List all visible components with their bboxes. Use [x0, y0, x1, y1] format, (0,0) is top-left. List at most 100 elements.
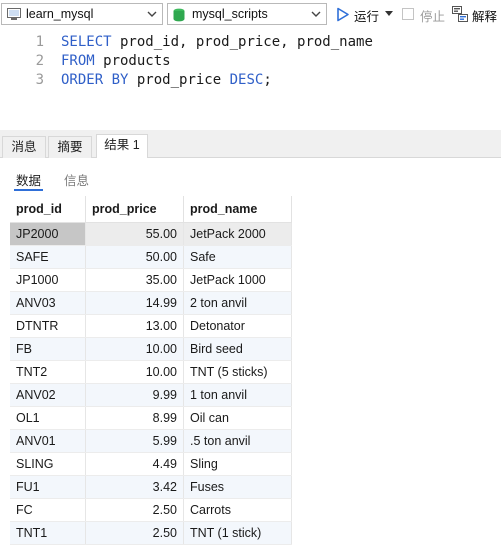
cell-prod-price[interactable]: 3.42	[85, 475, 184, 499]
table-row[interactable]: ANV02 9.99 1 ton anvil	[10, 383, 292, 407]
sql-text: ;	[263, 72, 272, 88]
result-subtabs: 数据 信息	[0, 158, 501, 196]
grid-header-row: prod_id prod_price prod_name	[10, 196, 292, 223]
cell-prod-name[interactable]: 2 ton anvil	[183, 291, 292, 315]
sql-keyword: SELECT	[61, 34, 112, 50]
tab-messages[interactable]: 消息	[2, 136, 46, 158]
connection-icon	[7, 8, 21, 24]
table-row[interactable]: ANV01 5.99.5 ton anvil	[10, 429, 292, 453]
sql-editor[interactable]: 1 2 3 SELECT prod_id, prod_price, prod_n…	[0, 30, 501, 130]
cell-prod-price[interactable]: 50.00	[85, 245, 184, 269]
code-line: ORDER BY prod_price DESC;	[61, 72, 272, 88]
cell-prod-id[interactable]: JP2000	[10, 222, 86, 246]
cell-prod-price[interactable]: 10.00	[85, 360, 184, 384]
cell-prod-name[interactable]: Sling	[183, 452, 292, 476]
line-number: 2	[35, 53, 44, 69]
connection-select[interactable]: learn_mysql	[1, 3, 163, 25]
result-tabs: 消息 摘要 结果 1	[0, 130, 501, 159]
stop-label: 停止	[420, 10, 446, 24]
column-header-prod-id[interactable]: prod_id	[10, 196, 86, 223]
database-select[interactable]: mysql_scripts	[167, 3, 327, 25]
cell-prod-id[interactable]: JP1000	[10, 268, 86, 292]
table-row[interactable]: FU1 3.42 Fuses	[10, 475, 292, 499]
table-row[interactable]: FC 2.50 Carrots	[10, 498, 292, 522]
connection-name: learn_mysql	[26, 7, 94, 21]
cell-prod-name[interactable]: .5 ton anvil	[183, 429, 292, 453]
run-button[interactable]: 运行	[334, 6, 394, 24]
sql-text: prod_price	[128, 72, 230, 88]
run-label: 运行	[354, 10, 380, 24]
code-line: SELECT prod_id, prod_price, prod_name	[61, 34, 373, 50]
cell-prod-id[interactable]: TNT2	[10, 360, 86, 384]
cell-prod-name[interactable]: TNT (5 sticks)	[183, 360, 292, 384]
cell-prod-name[interactable]: JetPack 2000	[183, 222, 292, 246]
table-row[interactable]: JP1000 35.00 JetPack 1000	[10, 268, 292, 292]
sql-text: products	[94, 53, 171, 69]
cell-prod-name[interactable]: Safe	[183, 245, 292, 269]
table-row[interactable]: JP2000 55.00 JetPack 2000	[10, 222, 292, 246]
cell-prod-price[interactable]: 13.00	[85, 314, 184, 338]
cell-prod-name[interactable]: Detonator	[183, 314, 292, 338]
cell-prod-price[interactable]: 4.49	[85, 452, 184, 476]
active-underline	[14, 189, 44, 191]
cell-prod-id[interactable]: FC	[10, 498, 86, 522]
cell-prod-price[interactable]: 5.99	[85, 429, 184, 453]
cell-prod-name[interactable]: JetPack 1000	[183, 268, 292, 292]
play-icon	[337, 7, 349, 22]
subtab-data[interactable]: 数据	[14, 170, 44, 191]
table-row[interactable]: TNT1 2.50 TNT (1 stick)	[10, 521, 292, 545]
table-row[interactable]: ANV03 14.99 2 ton anvil	[10, 291, 292, 315]
toolbar: learn_mysql mysql_scripts 运行 停止 解释	[0, 0, 501, 30]
cell-prod-id[interactable]: DTNTR	[10, 314, 86, 338]
cell-prod-price[interactable]: 2.50	[85, 521, 184, 545]
line-number: 1	[35, 34, 44, 50]
database-icon	[173, 8, 185, 25]
cell-prod-price[interactable]: 2.50	[85, 498, 184, 522]
table-row[interactable]: OL1 8.99 Oil can	[10, 406, 292, 430]
table-row[interactable]: SAFE 50.00 Safe	[10, 245, 292, 269]
cell-prod-price[interactable]: 8.99	[85, 406, 184, 430]
cell-prod-price[interactable]: 55.00	[85, 222, 184, 246]
cell-prod-id[interactable]: ANV01	[10, 429, 86, 453]
cell-prod-name[interactable]: Fuses	[183, 475, 292, 499]
cell-prod-name[interactable]: TNT (1 stick)	[183, 521, 292, 545]
tab-result-1[interactable]: 结果 1	[96, 134, 148, 159]
cell-prod-price[interactable]: 35.00	[85, 268, 184, 292]
explain-icon	[452, 6, 468, 22]
cell-prod-id[interactable]: OL1	[10, 406, 86, 430]
cell-prod-id[interactable]: ANV03	[10, 291, 86, 315]
column-header-prod-price[interactable]: prod_price	[85, 196, 184, 223]
subtab-info[interactable]: 信息	[64, 170, 89, 189]
sql-keyword: DESC	[229, 72, 264, 88]
table-row[interactable]: SLING 4.49 Sling	[10, 452, 292, 476]
cell-prod-price[interactable]: 10.00	[85, 337, 184, 361]
cell-prod-price[interactable]: 9.99	[85, 383, 184, 407]
stop-button[interactable]: 停止	[400, 6, 448, 24]
cell-prod-id[interactable]: SLING	[10, 452, 86, 476]
code-line: FROM products	[61, 53, 171, 69]
cell-prod-id[interactable]: FB	[10, 337, 86, 361]
chevron-down-icon	[309, 7, 323, 21]
cell-prod-id[interactable]: ANV02	[10, 383, 86, 407]
chevron-down-icon	[145, 7, 159, 21]
cell-prod-price[interactable]: 14.99	[85, 291, 184, 315]
cell-prod-id[interactable]: SAFE	[10, 245, 86, 269]
stop-icon	[402, 8, 414, 20]
explain-label: 解释	[472, 10, 498, 24]
sql-text: prod_id, prod_price, prod_name	[111, 34, 373, 50]
explain-button[interactable]: 解释	[452, 6, 501, 24]
column-header-prod-name[interactable]: prod_name	[183, 196, 292, 223]
table-row[interactable]: DTNTR 13.00 Detonator	[10, 314, 292, 338]
result-grid[interactable]: prod_id prod_price prod_name JP2000 55.00…	[10, 196, 292, 545]
cell-prod-id[interactable]: TNT1	[10, 521, 86, 545]
sql-keyword: FROM	[61, 53, 95, 69]
cell-prod-name[interactable]: Bird seed	[183, 337, 292, 361]
cell-prod-name[interactable]: 1 ton anvil	[183, 383, 292, 407]
cell-prod-name[interactable]: Carrots	[183, 498, 292, 522]
cell-prod-id[interactable]: FU1	[10, 475, 86, 499]
tab-summary[interactable]: 摘要	[48, 136, 92, 158]
caret-down-icon[interactable]	[385, 11, 393, 17]
table-row[interactable]: FB 10.00 Bird seed	[10, 337, 292, 361]
cell-prod-name[interactable]: Oil can	[183, 406, 292, 430]
table-row[interactable]: TNT2 10.00 TNT (5 sticks)	[10, 360, 292, 384]
